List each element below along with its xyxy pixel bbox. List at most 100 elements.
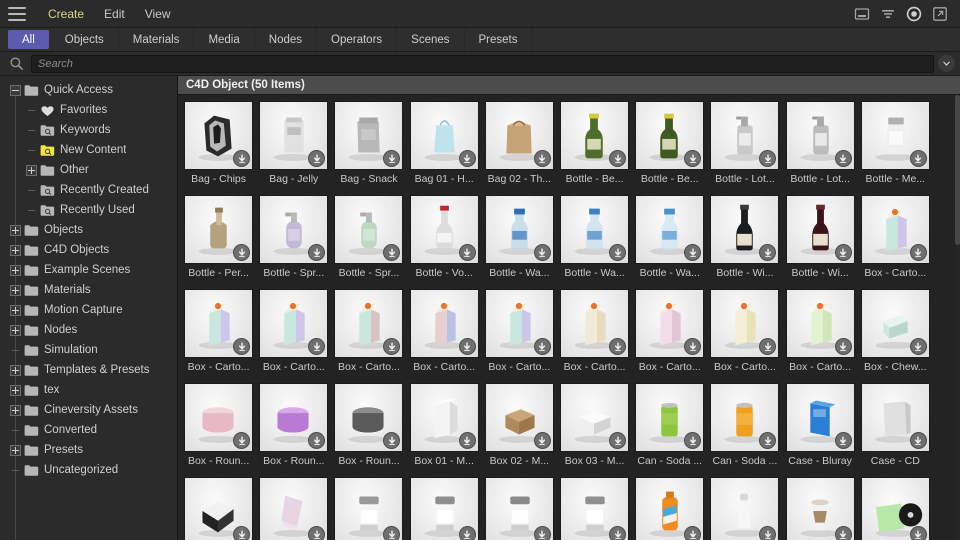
tree-expander-plus[interactable] (10, 245, 21, 256)
download-badge[interactable] (609, 526, 626, 540)
download-badge[interactable] (534, 526, 551, 540)
download-badge[interactable] (459, 150, 476, 167)
asset-thumbnail[interactable] (410, 477, 479, 540)
asset-thumbnail[interactable] (786, 383, 855, 452)
tree-expander-minus[interactable] (10, 85, 21, 96)
tab-all[interactable]: All (8, 30, 49, 49)
sidebar-item-objects[interactable]: Objects (0, 220, 177, 240)
download-badge[interactable] (459, 244, 476, 261)
asset-cell[interactable]: Box - Carto... (407, 287, 482, 381)
asset-cell[interactable]: Bag - Chips (181, 99, 256, 193)
asset-thumbnail[interactable] (861, 101, 930, 170)
asset-cell[interactable]: Box - Carto... (482, 287, 557, 381)
vertical-scrollbar[interactable] (955, 95, 960, 540)
asset-cell[interactable] (858, 475, 933, 540)
tab-presets[interactable]: Presets (465, 28, 533, 51)
download-badge[interactable] (534, 432, 551, 449)
asset-cell[interactable] (783, 475, 858, 540)
asset-cell[interactable]: Bottle - Wi... (707, 193, 782, 287)
asset-thumbnail[interactable] (861, 289, 930, 358)
tab-scenes[interactable]: Scenes (397, 28, 464, 51)
download-badge[interactable] (835, 150, 852, 167)
tree-expander-plus[interactable] (26, 165, 37, 176)
panel-icon[interactable] (854, 6, 870, 22)
tree-expander-plus[interactable] (10, 385, 21, 396)
asset-cell[interactable]: Bottle - Be... (557, 99, 632, 193)
download-badge[interactable] (459, 338, 476, 355)
menu-item-edit[interactable]: Edit (94, 5, 135, 23)
asset-thumbnail[interactable] (485, 101, 554, 170)
asset-thumbnail[interactable] (861, 383, 930, 452)
download-badge[interactable] (835, 338, 852, 355)
tree-expander-plus[interactable] (10, 445, 21, 456)
tab-nodes[interactable]: Nodes (255, 28, 317, 51)
sidebar-item-keywords[interactable]: Keywords (0, 120, 177, 140)
asset-cell[interactable]: Bottle - Spr... (331, 193, 406, 287)
asset-thumbnail[interactable] (710, 101, 779, 170)
asset-cell[interactable]: Case - Bluray (783, 381, 858, 475)
asset-cell[interactable]: Bottle - Be... (632, 99, 707, 193)
search-options-button[interactable] (938, 55, 955, 72)
tree-expander-plus[interactable] (10, 225, 21, 236)
asset-thumbnail[interactable] (560, 383, 629, 452)
asset-thumbnail[interactable] (410, 289, 479, 358)
download-badge[interactable] (233, 338, 250, 355)
sidebar-item-presets[interactable]: Presets (0, 440, 177, 460)
asset-cell[interactable]: Bottle - Spr... (256, 193, 331, 287)
asset-thumbnail[interactable] (560, 195, 629, 264)
sidebar-item-example-scenes[interactable]: Example Scenes (0, 260, 177, 280)
asset-cell[interactable]: Case - CD (858, 381, 933, 475)
download-badge[interactable] (835, 526, 852, 540)
asset-cell[interactable]: Bottle - Vo... (407, 193, 482, 287)
sidebar-item-templates-presets[interactable]: Templates & Presets (0, 360, 177, 380)
asset-thumbnail[interactable] (259, 383, 328, 452)
download-badge[interactable] (308, 526, 325, 540)
asset-cell[interactable]: Bottle - Wa... (557, 193, 632, 287)
asset-thumbnail[interactable] (334, 195, 403, 264)
asset-thumbnail[interactable] (259, 195, 328, 264)
download-badge[interactable] (910, 432, 927, 449)
menu-item-create[interactable]: Create (38, 5, 94, 23)
asset-thumbnail[interactable] (560, 477, 629, 540)
sidebar-item-uncategorized[interactable]: Uncategorized (0, 460, 177, 480)
sidebar-item-materials[interactable]: Materials (0, 280, 177, 300)
tab-objects[interactable]: Objects (51, 28, 119, 51)
download-badge[interactable] (534, 150, 551, 167)
search-input[interactable]: Search (31, 55, 934, 73)
asset-cell[interactable]: Box 02 - M... (482, 381, 557, 475)
asset-thumbnail[interactable] (786, 289, 855, 358)
asset-thumbnail[interactable] (485, 383, 554, 452)
asset-thumbnail[interactable] (560, 101, 629, 170)
asset-thumbnail[interactable] (184, 477, 253, 540)
download-badge[interactable] (609, 150, 626, 167)
asset-cell[interactable]: Box - Roun... (256, 381, 331, 475)
asset-cell[interactable]: Bottle - Wa... (482, 193, 557, 287)
download-badge[interactable] (835, 244, 852, 261)
asset-thumbnail[interactable] (560, 289, 629, 358)
sidebar-item-nodes[interactable]: Nodes (0, 320, 177, 340)
download-badge[interactable] (609, 338, 626, 355)
download-badge[interactable] (684, 526, 701, 540)
sidebar-item-new-content[interactable]: New Content (0, 140, 177, 160)
asset-thumbnail[interactable] (259, 477, 328, 540)
asset-thumbnail[interactable] (635, 101, 704, 170)
asset-thumbnail[interactable] (184, 195, 253, 264)
tree-expander-plus[interactable] (10, 265, 21, 276)
scrollbar-thumb[interactable] (955, 95, 960, 245)
asset-cell[interactable] (181, 475, 256, 540)
sidebar-item-tex[interactable]: tex (0, 380, 177, 400)
record-icon[interactable] (906, 6, 922, 22)
tree-expander-plus[interactable] (10, 405, 21, 416)
asset-thumbnail[interactable] (259, 101, 328, 170)
asset-cell[interactable]: Box - Carto... (331, 287, 406, 381)
asset-cell[interactable]: Bag 02 - Th... (482, 99, 557, 193)
asset-cell[interactable]: Box - Roun... (331, 381, 406, 475)
download-badge[interactable] (534, 244, 551, 261)
filter-icon[interactable] (880, 6, 896, 22)
asset-cell[interactable]: Bottle - Lot... (707, 99, 782, 193)
tree-expander-plus[interactable] (10, 365, 21, 376)
asset-cell[interactable]: Box - Roun... (181, 381, 256, 475)
asset-cell[interactable]: Bottle - Me... (858, 99, 933, 193)
folder-tree-sidebar[interactable]: Quick AccessFavoritesKeywordsNew Content… (0, 76, 178, 540)
asset-thumbnail[interactable] (410, 195, 479, 264)
